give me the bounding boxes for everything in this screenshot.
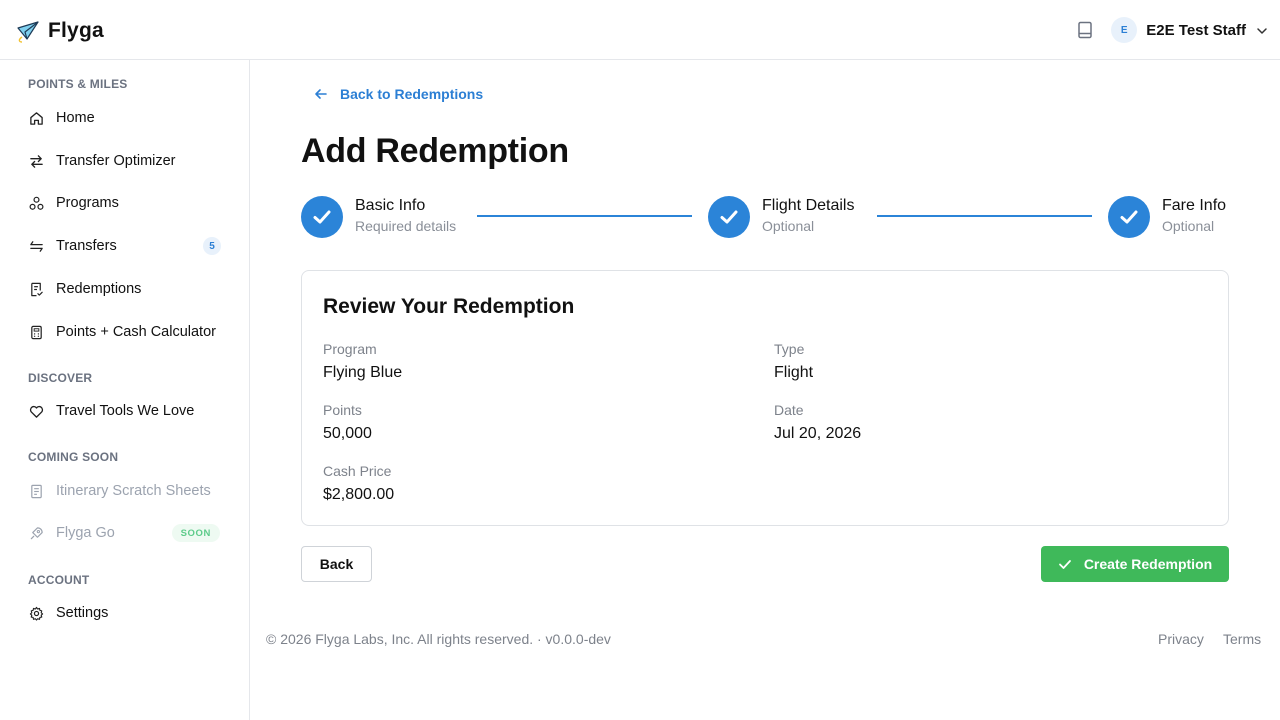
sidebar-item-label: Itinerary Scratch Sheets (56, 483, 211, 499)
sidebar-item-label: Flyga Go (56, 525, 115, 541)
step-title: Basic Info (355, 197, 426, 214)
footer-copyright: © 2026 Flyga Labs, Inc. All rights reser… (266, 631, 611, 647)
sidebar-item-redemptions[interactable]: Redemptions (28, 275, 222, 303)
check-icon (708, 196, 750, 238)
section-account: ACCOUNT (28, 573, 90, 587)
page-title: Add Redemption (301, 132, 569, 170)
field-value: Jul 20, 2026 (774, 425, 862, 442)
sidebar-item-label: Programs (56, 195, 119, 211)
sidebar-item-programs[interactable]: Programs (28, 189, 222, 217)
review-card: Review Your Redemption Program Flying Bl… (301, 270, 1229, 526)
sidebar-item-flyga-go: Flyga Go SOON (28, 519, 222, 547)
step-connector (477, 215, 692, 217)
privacy-link[interactable]: Privacy (1158, 631, 1204, 647)
sidebar-item-travel-tools[interactable]: Travel Tools We Love (28, 397, 222, 425)
field-label: Points (323, 402, 362, 418)
back-to-redemptions-link[interactable]: Back to Redemptions (314, 84, 483, 104)
back-button[interactable]: Back (301, 546, 372, 582)
user-name: E2E Test Staff (1146, 21, 1246, 39)
step-fare-info[interactable]: Fare Info Optional (1108, 196, 1226, 238)
rocket-icon (28, 525, 44, 541)
field-label: Program (323, 341, 377, 357)
terms-link[interactable]: Terms (1223, 631, 1261, 647)
field-points: Points 50,000 (323, 402, 372, 444)
sidebar-item-home[interactable]: Home (28, 104, 222, 132)
gear-icon (28, 605, 44, 621)
heart-icon (28, 403, 44, 419)
step-subtitle: Optional (1162, 218, 1215, 234)
receipt-icon (28, 281, 44, 297)
user-menu[interactable]: E E2E Test Staff (1111, 17, 1268, 43)
step-basic-info[interactable]: Basic Info Required details (301, 196, 456, 238)
field-value: 50,000 (323, 425, 372, 442)
step-title: Flight Details (762, 197, 855, 214)
sidebar-item-settings[interactable]: Settings (28, 599, 222, 627)
field-value: Flight (774, 364, 814, 381)
section-coming-soon: COMING SOON (28, 450, 119, 464)
sidebar: POINTS & MILES Home Transfer Optimizer P… (0, 60, 250, 720)
sidebar-item-label: Home (56, 110, 95, 126)
avatar: E (1111, 17, 1138, 43)
sidebar-item-label: Settings (56, 605, 109, 621)
swap-icon (28, 153, 44, 169)
sidebar-item-label: Redemptions (56, 281, 142, 297)
count-badge: 5 (203, 237, 221, 255)
field-label: Cash Price (323, 463, 392, 479)
calculator-icon (28, 324, 44, 340)
transfers-icon (28, 238, 44, 254)
top-bar: Flyga E E2E Test Staff (0, 0, 1280, 60)
section-discover: DISCOVER (28, 371, 93, 385)
brand[interactable]: Flyga (16, 16, 104, 46)
field-value: $2,800.00 (323, 486, 395, 503)
field-type: Type Flight (774, 341, 813, 383)
check-icon (1058, 557, 1072, 571)
home-icon (28, 110, 44, 126)
field-label: Date (774, 402, 804, 418)
programs-icon (28, 195, 44, 211)
field-value: Flying Blue (323, 364, 403, 381)
sidebar-item-transfers[interactable]: Transfers 5 (28, 232, 222, 260)
sidebar-item-transfer-optimizer[interactable]: Transfer Optimizer (28, 147, 222, 175)
check-icon (301, 196, 343, 238)
brand-name: Flyga (48, 19, 104, 42)
sidebar-item-label: Transfer Optimizer (56, 153, 176, 169)
chevron-down-icon (1256, 24, 1268, 36)
step-connector (877, 215, 1092, 217)
soon-badge: SOON (171, 524, 220, 542)
sidebar-item-label: Points + Cash Calculator (56, 324, 216, 340)
step-subtitle: Required details (355, 218, 457, 234)
field-cash-price: Cash Price $2,800.00 (323, 463, 394, 505)
sidebar-item-itinerary-scratch-sheets: Itinerary Scratch Sheets (28, 477, 222, 505)
step-subtitle: Optional (762, 218, 815, 234)
field-program: Program Flying Blue (323, 341, 402, 383)
back-link-label: Back to Redemptions (340, 86, 484, 102)
create-button-label: Create Redemption (1083, 556, 1213, 572)
check-icon (1108, 196, 1150, 238)
sidebar-item-label: Travel Tools We Love (56, 403, 195, 419)
header-actions: E E2E Test Staff (1073, 16, 1268, 44)
section-points-miles: POINTS & MILES (28, 77, 128, 91)
review-title: Review Your Redemption (323, 295, 575, 318)
field-label: Type (774, 341, 805, 357)
create-redemption-button[interactable]: Create Redemption (1041, 546, 1229, 582)
sidebar-item-points-cash-calculator[interactable]: Points + Cash Calculator (28, 318, 222, 346)
step-flight-details[interactable]: Flight Details Optional (708, 196, 854, 238)
sheet-icon (28, 483, 44, 499)
paper-plane-icon (16, 19, 40, 43)
book-icon[interactable] (1073, 18, 1097, 42)
step-title: Fare Info (1162, 197, 1227, 214)
sidebar-item-label: Transfers (56, 238, 117, 254)
arrow-left-icon (314, 87, 328, 101)
field-date: Date Jul 20, 2026 (774, 402, 861, 444)
